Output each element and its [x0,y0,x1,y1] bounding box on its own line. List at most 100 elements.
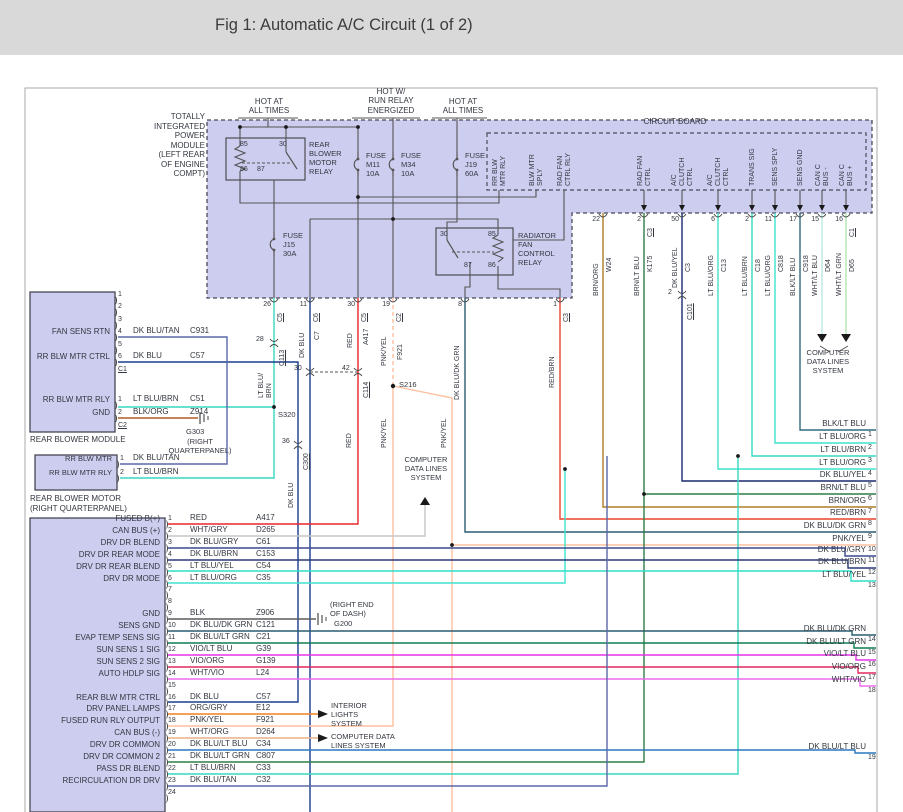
wire-color: RED [347,333,355,348]
pin-number: 22 [168,765,176,773]
pin-cavity [112,358,117,367]
pin-number: 2 [118,409,122,417]
junction-dot [238,125,242,129]
wire-color: PNK/YEL [770,535,866,544]
junction-dot [736,454,740,458]
wire-color: WHT/ORG [190,728,229,737]
wire-color: DK BLU [288,483,296,508]
junction-dot [356,195,360,199]
module-pin-name: DRV DR REAR MODE [32,551,160,560]
wire-color: LT BLU/ BRN [258,373,274,398]
module-pin-name: PASS DR BLEND [32,765,160,774]
module-pin-name: DRV DR COMMON [32,741,160,750]
module-pin-name: DRV DR MODE [32,575,160,584]
wire-color: LT BLU/ORG [708,255,716,296]
wire-color: LT BLU/YEL [190,562,234,571]
module-caption: REAR BLOWER MODULE [30,436,126,445]
circuit-code: C34 [256,740,271,749]
connector-code: C2 [118,422,127,430]
circuit-code: L24 [256,669,269,678]
connector-code: C113 [279,350,287,366]
relay-pin: 86 [488,262,496,270]
module-pin-name: RECIRCULATION DR DRV [32,777,160,786]
pin-number: 2 [738,216,749,224]
wire-color: PNK/YEL [190,716,224,725]
edge-pin-number: 7 [868,508,872,516]
circuit-code: C54 [256,562,271,571]
circuit-code: A417 [256,514,275,523]
module-pin-name: FUSED B(+) [32,515,160,524]
pin-number: 1 [118,396,122,404]
wire-color: DK BLU/DK GRN [770,522,866,531]
circuit-code: C807 [256,752,275,761]
edge-pin-number: 15 [868,649,876,657]
pin-number: 22 [589,216,600,224]
ground-code: G303 [186,428,204,436]
pin-number: 3 [118,316,122,324]
pin-number: 5 [168,563,172,571]
edge-pin-number: 3 [868,457,872,465]
wire-color: DK BLU/TAN [190,776,237,785]
pin-number: 9 [168,610,172,618]
wire-color: WHT/VIO [190,669,224,678]
pin-number: 2 [120,469,124,477]
module-pin-name: GND [32,610,160,619]
junction-dot [450,543,454,547]
wire-color: PNK/YEL [441,418,449,448]
splice-label: S216 [399,381,417,389]
pin-cavity [112,346,117,355]
module-caption: REAR BLOWER MOTOR (RIGHT QUARTERPANEL) [30,494,127,513]
fuse-label: FUSE M11 10A [366,151,386,178]
module-pin-name: FUSED RUN RLY OUTPUT [32,717,160,726]
fuse-label: FUSE M34 10A [401,151,421,178]
system-computer-data-lines: COMPUTER DATA LINES SYSTEM [331,732,395,750]
cb-terminal-label: RAD FAN CTRL RLY [557,153,573,186]
pin-number: 2 [118,303,122,311]
junction-dot [391,217,395,221]
pin-number: 18 [168,717,176,725]
fuse-label: FUSE J19 60A [465,151,485,178]
ground-code: G200 [334,620,352,628]
module-pin-name: RR BLW MTR RLY [20,396,110,405]
cb-terminal-label: SENS SPLY [772,148,780,186]
connector-code: C3 [563,313,571,322]
pin-number: 16 [168,694,176,702]
pin-cavity [112,401,117,410]
edge-pin-number: 13 [868,582,876,590]
module-pin-name: DRV DR REAR BLEND [32,563,160,572]
circuit-code: C818 [778,255,786,272]
wire-color: DK BLU/BRN [770,558,866,567]
pin-number: 4 [118,328,122,336]
wire-color: WHT/VIO [770,676,866,685]
wire-color: RED/BRN [770,509,866,518]
arrow [420,497,430,505]
circuit-code: C61 [256,538,271,547]
power-source-label: HOT AT ALL TIMES [432,97,494,116]
cb-terminal-label: A/C CLUTCH CTRL [671,158,695,186]
circuit-code: E12 [256,704,270,713]
circuit-code: C153 [256,550,275,559]
edge-pin-number: 14 [868,636,876,644]
junction-dot [642,492,646,496]
system-computer-data-lines: COMPUTER DATA LINES SYSTEM [386,455,466,482]
wire-color: VIO/ORG [770,663,866,672]
pin-cavity [112,414,117,423]
circuit-code: C7 [314,331,322,340]
edge-pin-number: 8 [868,520,872,528]
junction-dot [272,405,276,409]
pin-number: 21 [168,753,176,761]
pin-number: 20 [168,741,176,749]
circuit-code: K175 [647,256,655,272]
junction-dot [563,467,567,471]
edge-pin-number: 11 [868,557,875,565]
circuit-code: D264 [256,728,275,737]
wire-color: DK BLU/TAN [133,327,180,336]
wire-color: LT BLU/BRN [770,446,866,455]
junction-dot [356,125,360,129]
pin-cavity [112,308,117,317]
pin-number: 10 [168,622,176,630]
cb-terminal-label: A/C CLUTCH CTRL [707,158,731,186]
wire-color: DK BLU/YEL [672,248,680,288]
wire-color: BRN/ORG [770,497,866,506]
module-pin-name: FAN SENS RTN [20,328,110,337]
